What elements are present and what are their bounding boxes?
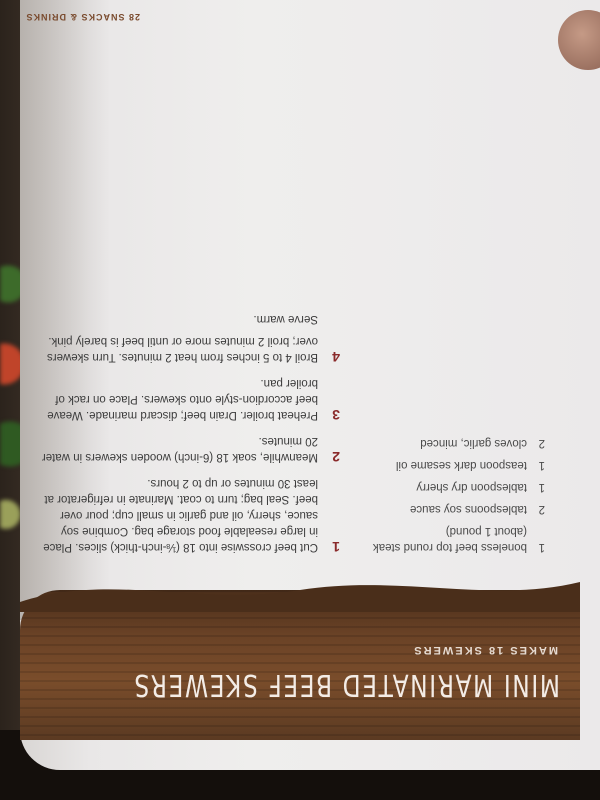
- step-number: 2: [332, 449, 340, 465]
- step-text: Broil 4 to 5 inches from heat 2 minutes.…: [46, 335, 318, 363]
- wood-banner: [20, 590, 580, 740]
- ingredient-item: 2 cloves garlic, minced: [355, 435, 545, 451]
- ingredient-text: teaspoon dark sesame oil: [395, 459, 527, 471]
- ingredient-text: boneless beef top round steak (about 1 p…: [372, 525, 527, 553]
- method-step: 2 Meanwhile, soak 18 (6-inch) wooden ske…: [40, 433, 340, 465]
- method-step: 4 Broil 4 to 5 inches from heat 2 minute…: [40, 333, 340, 365]
- step-text: Meanwhile, soak 18 (6-inch) wooden skewe…: [41, 435, 318, 463]
- page-header: 28 SNACKS & DRINKS: [25, 12, 140, 22]
- serving-note: Serve warm.: [253, 313, 318, 325]
- method-step: 1 Cut beef crosswise into 18 (⅛-inch-thi…: [40, 475, 340, 555]
- ingredient-item: 1 teaspoon dark sesame oil: [355, 457, 545, 473]
- ingredient-qty: 2: [538, 503, 545, 515]
- ingredient-qty: 2: [538, 437, 545, 449]
- step-number: 4: [332, 349, 340, 365]
- step-text: Cut beef crosswise into 18 (⅛-inch-thick…: [43, 477, 318, 553]
- recipe-yield: MAKES 18 SKEWERS: [412, 644, 558, 656]
- method-steps: 1 Cut beef crosswise into 18 (⅛-inch-thi…: [40, 311, 340, 555]
- ingredient-qty: 1: [538, 459, 545, 471]
- upside-down-page-content: MINI MARINATED BEEF SKEWERS MAKES 18 SKE…: [0, 0, 600, 800]
- ingredient-qty: 1: [538, 481, 545, 493]
- ingredient-qty: 1: [538, 541, 545, 553]
- ingredient-text: cloves garlic, minced: [420, 437, 527, 449]
- step-number: 1: [332, 539, 340, 555]
- ingredients-list: 1 boneless beef top round steak (about 1…: [355, 429, 545, 555]
- wood-wave-edge: [20, 582, 580, 612]
- ingredient-text: tablespoons soy sauce: [410, 503, 527, 515]
- step-text: Preheat broiler. Drain beef; discard mar…: [47, 377, 318, 421]
- ingredient-item: 1 boneless beef top round steak (about 1…: [355, 523, 545, 555]
- recipe-title: MINI MARINATED BEEF SKEWERS: [132, 667, 560, 702]
- step-number: 3: [332, 407, 340, 423]
- method-step: 3 Preheat broiler. Drain beef; discard m…: [40, 375, 340, 423]
- ingredient-item: 2 tablespoons soy sauce: [355, 501, 545, 517]
- ingredient-item: 1 tablespoon dry sherry: [355, 479, 545, 495]
- ingredient-text: tablespoon dry sherry: [416, 481, 527, 493]
